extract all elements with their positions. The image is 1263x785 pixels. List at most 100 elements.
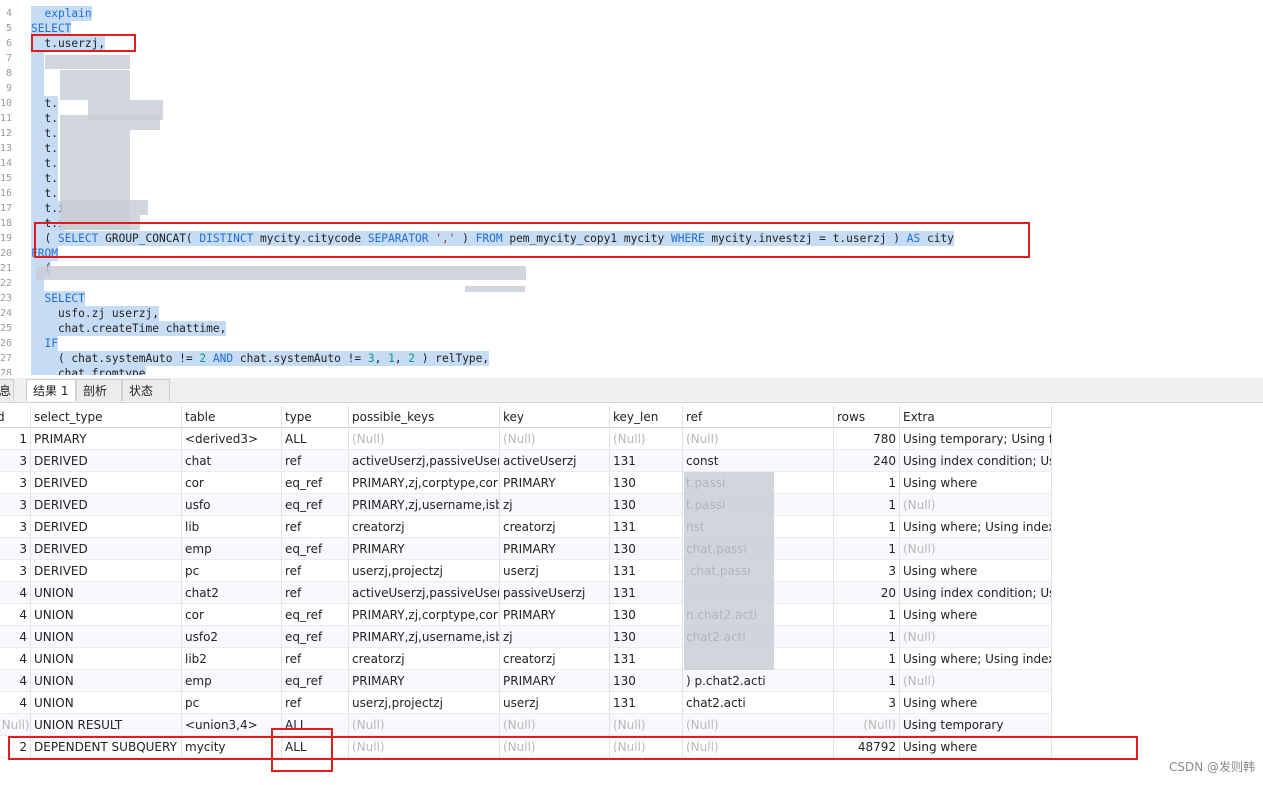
table-cell[interactable]: Using where; Using index bbox=[900, 648, 1052, 670]
table-cell[interactable]: 130 bbox=[610, 494, 683, 516]
table-cell[interactable]: UNION bbox=[31, 648, 182, 670]
table-cell[interactable]: 130 bbox=[610, 538, 683, 560]
table-cell[interactable]: Using index condition; Us bbox=[900, 582, 1052, 604]
table-cell[interactable]: PRIMARY bbox=[31, 428, 182, 450]
table-row[interactable]: 3DERIVEDlibrefcreatorzjcreatorzj131nst1U… bbox=[0, 516, 1052, 538]
code-line[interactable]: 12 t. bbox=[0, 126, 1263, 141]
table-cell[interactable]: (Null) bbox=[610, 714, 683, 736]
table-cell[interactable]: zj bbox=[500, 626, 610, 648]
table-cell[interactable]: UNION bbox=[31, 604, 182, 626]
table-cell[interactable]: emp bbox=[182, 538, 282, 560]
table-cell[interactable]: 240 bbox=[834, 450, 900, 472]
code-line[interactable]: 24 usfo.zj userzj, bbox=[0, 306, 1263, 321]
table-cell[interactable]: cor bbox=[182, 472, 282, 494]
table-cell[interactable]: (Null) bbox=[900, 494, 1052, 516]
table-row[interactable]: 3 DERIVED cor eq_ref PRIMARY,zj,corptype,cor… bbox=[0, 472, 1052, 494]
table-cell[interactable]: 20 bbox=[834, 582, 900, 604]
table-cell[interactable]: creatorzj bbox=[349, 648, 500, 670]
table-cell[interactable]: 131 bbox=[610, 582, 683, 604]
table-cell[interactable]: DERIVED bbox=[31, 560, 182, 582]
table-cell[interactable]: 1 bbox=[834, 604, 900, 626]
table-cell[interactable]: cor bbox=[182, 604, 282, 626]
table-cell[interactable]: Using where; Using index bbox=[900, 516, 1052, 538]
column-header-key-len[interactable]: key_len bbox=[610, 406, 683, 428]
table-cell[interactable]: eq_ref bbox=[282, 670, 349, 692]
table-cell[interactable]: ref bbox=[282, 450, 349, 472]
code-line[interactable]: 17 t.i bbox=[0, 201, 1263, 216]
column-header-d[interactable]: d bbox=[0, 406, 31, 428]
table-cell[interactable]: PRIMARY bbox=[500, 670, 610, 692]
table-cell[interactable]: activeUserzj,passiveUserz bbox=[349, 450, 500, 472]
code-line[interactable]: 16 t. bbox=[0, 186, 1263, 201]
table-row[interactable]: 4 UNION chat2 ref activeUserzj,passiveUserz p… bbox=[0, 582, 1052, 604]
table-cell[interactable]: (Null) bbox=[610, 428, 683, 450]
table-cell[interactable]: ref bbox=[282, 582, 349, 604]
table-cell[interactable]: zj bbox=[500, 494, 610, 516]
table-cell[interactable]: PRIMARY bbox=[500, 472, 610, 494]
table-cell[interactable]: Using where bbox=[900, 692, 1052, 714]
table-cell[interactable]: creatorzj bbox=[349, 516, 500, 538]
table-cell[interactable]: 1 bbox=[0, 428, 31, 450]
tab-profile[interactable]: 剖析 bbox=[76, 379, 122, 401]
table-cell[interactable]: UNION bbox=[31, 692, 182, 714]
table-cell[interactable]: Using temporary bbox=[900, 714, 1052, 736]
code-line[interactable]: 7 bbox=[0, 51, 1263, 66]
table-cell[interactable]: const bbox=[683, 450, 834, 472]
table-cell[interactable]: 3 bbox=[834, 560, 900, 582]
table-cell[interactable]: Using index condition; Us bbox=[900, 450, 1052, 472]
table-cell[interactable]: eq_ref bbox=[282, 472, 349, 494]
table-cell[interactable]: PRIMARY bbox=[500, 538, 610, 560]
column-header-ref[interactable]: ref bbox=[683, 406, 834, 428]
table-cell[interactable]: 4 bbox=[0, 626, 31, 648]
table-cell[interactable]: Using where bbox=[900, 604, 1052, 626]
table-cell[interactable]: (Null) bbox=[900, 670, 1052, 692]
table-cell[interactable]: ref bbox=[282, 516, 349, 538]
table-cell[interactable]: (Null) bbox=[500, 428, 610, 450]
table-cell[interactable]: 3 bbox=[0, 450, 31, 472]
table-cell[interactable]: (Null) bbox=[834, 714, 900, 736]
code-line[interactable]: 25 chat.createTime chattime, bbox=[0, 321, 1263, 336]
table-cell[interactable]: 1 bbox=[834, 670, 900, 692]
code-line[interactable]: 9 bbox=[0, 81, 1263, 96]
tab-status[interactable]: 状态 bbox=[122, 379, 170, 401]
table-cell[interactable]: emp bbox=[182, 670, 282, 692]
table-cell[interactable]: 3 bbox=[0, 538, 31, 560]
table-cell[interactable]: eq_ref bbox=[282, 538, 349, 560]
table-row[interactable]: 4 UNION pc ref userzj,projectzj userzj 131 chat… bbox=[0, 692, 1052, 714]
table-cell[interactable]: (Null) bbox=[683, 714, 834, 736]
table-cell[interactable]: activeUserzj,passiveUserz bbox=[349, 582, 500, 604]
table-cell[interactable]: PRIMARY,zj,corptype,corp bbox=[349, 472, 500, 494]
table-row[interactable]: 1 PRIMARY <derived3> ALL (Null) (Null) (Null)(… bbox=[0, 428, 1052, 450]
table-cell[interactable]: 4 bbox=[0, 648, 31, 670]
table-row[interactable]: 3DERIVEDempeq_refPRIMARYPRIMARY130chat.p… bbox=[0, 538, 1052, 560]
table-cell[interactable]: lib2 bbox=[182, 648, 282, 670]
column-header-type[interactable]: type bbox=[282, 406, 349, 428]
table-cell[interactable]: (Null) bbox=[683, 428, 834, 450]
table-cell[interactable]: Using where bbox=[900, 472, 1052, 494]
column-header-Extra[interactable]: Extra bbox=[900, 406, 1052, 428]
table-cell[interactable]: ) p.chat2.acti bbox=[683, 670, 834, 692]
table-cell[interactable]: <union3,4> bbox=[182, 714, 282, 736]
table-cell[interactable]: 130 bbox=[610, 670, 683, 692]
table-cell[interactable]: 131 bbox=[610, 516, 683, 538]
table-cell[interactable]: (Null) bbox=[349, 714, 500, 736]
table-cell[interactable]: 3 bbox=[0, 560, 31, 582]
table-cell[interactable]: chat2.acti bbox=[683, 692, 834, 714]
table-cell[interactable]: PRIMARY bbox=[500, 604, 610, 626]
table-row[interactable]: 4 UNION lib2 ref creatorzj creatorzj 131 1 Using… bbox=[0, 648, 1052, 670]
code-line[interactable]: 10 t. bbox=[0, 96, 1263, 111]
table-cell[interactable]: PRIMARY bbox=[349, 670, 500, 692]
table-cell[interactable]: (Null) bbox=[500, 714, 610, 736]
code-line[interactable]: 15 t. bbox=[0, 171, 1263, 186]
table-row[interactable]: 4 UNION emp eq_ref PRIMARY PRIMARY 130) p.chat… bbox=[0, 670, 1052, 692]
table-cell[interactable]: UNION bbox=[31, 626, 182, 648]
table-cell[interactable]: usfo bbox=[182, 494, 282, 516]
table-cell[interactable]: ref bbox=[282, 648, 349, 670]
code-line[interactable]: 28 chat.fromtype bbox=[0, 366, 1263, 375]
table-cell[interactable]: Using temporary; Using fi bbox=[900, 428, 1052, 450]
table-cell[interactable]: 4 bbox=[0, 604, 31, 626]
table-cell[interactable]: 1 bbox=[834, 472, 900, 494]
explain-result-grid[interactable]: dselect_typetabletypepossible_keyskeykey… bbox=[0, 406, 1263, 785]
table-cell[interactable]: PRIMARY,zj,username,isba bbox=[349, 494, 500, 516]
table-cell[interactable]: 780 bbox=[834, 428, 900, 450]
